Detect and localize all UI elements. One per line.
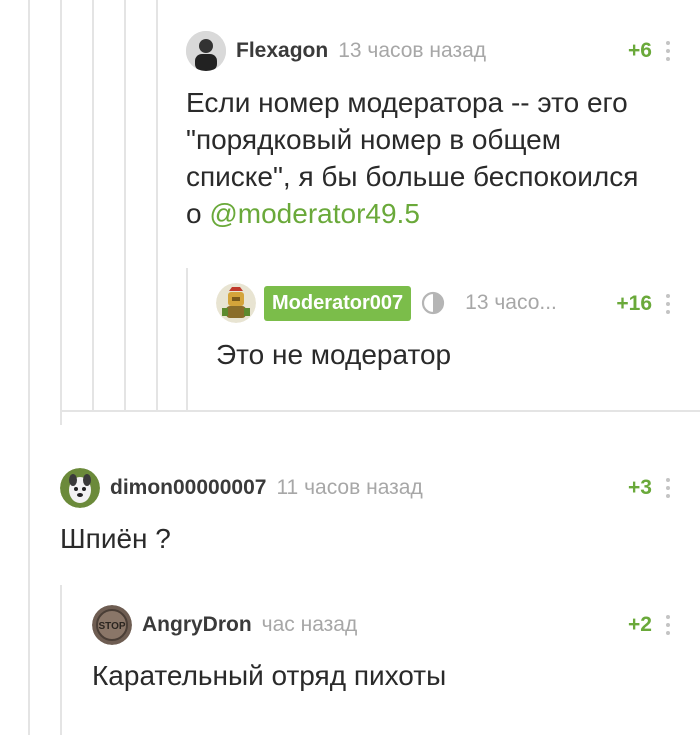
rating: +3 [628, 476, 652, 499]
stop-sign-avatar-icon: STOP [92, 605, 132, 645]
thread-line [124, 0, 126, 412]
rating: +2 [628, 613, 652, 636]
thread-divider [60, 410, 700, 412]
username[interactable]: Moderator007 [264, 285, 412, 321]
avatar[interactable] [186, 31, 226, 71]
thread-line [60, 0, 62, 425]
more-vertical-icon[interactable] [665, 615, 671, 635]
thread-line [156, 0, 158, 412]
comment-header: dimon00000007 11 часов назад [60, 468, 423, 508]
user-avatar-icon [186, 31, 226, 71]
thread-line [186, 268, 188, 412]
username[interactable]: AngryDron [142, 613, 252, 637]
thread-line [28, 0, 30, 735]
comment-text: Если номер модератора -- это его "порядк… [186, 84, 686, 232]
comment-header: Flexagon 13 часов назад [186, 31, 486, 71]
more-vertical-icon[interactable] [665, 294, 671, 314]
dog-avatar-icon [60, 468, 100, 508]
comment-text-line: о @moderator49.5 [186, 195, 686, 232]
comment-text-line: "порядковый номер в общем [186, 124, 562, 155]
timestamp: час назад [261, 613, 358, 636]
thread-line [92, 0, 94, 412]
more-vertical-icon[interactable] [665, 478, 671, 498]
timestamp: 13 часо... [465, 291, 557, 314]
comment-text-line: Если номер модератора -- это его [186, 87, 628, 118]
comment-text: Шпиён ? [60, 523, 171, 554]
rating: +6 [628, 39, 652, 62]
timestamp: 11 часов назад [276, 476, 423, 499]
rating: +16 [616, 292, 652, 315]
username[interactable]: Flexagon [236, 39, 328, 63]
comment-text: Карательный отряд пихоты [92, 660, 447, 691]
more-vertical-icon[interactable] [665, 41, 671, 61]
comment-text-line: списке", я бы больше беспокоился [186, 161, 639, 192]
username[interactable]: dimon00000007 [110, 476, 266, 500]
moderator-shield-icon [422, 291, 445, 315]
avatar[interactable] [60, 468, 100, 508]
avatar-text: STOP [98, 621, 125, 632]
avatar[interactable]: STOP [92, 605, 132, 645]
avatar[interactable] [216, 283, 256, 323]
comment-text: Это не модератор [216, 339, 452, 370]
warrior-avatar-icon [216, 283, 256, 323]
comment-text-fragment: о [186, 198, 210, 229]
mention-link[interactable]: @moderator49.5 [209, 198, 420, 229]
comment-header: Moderator007 13 часо... [216, 283, 557, 323]
timestamp: 13 часов назад [338, 39, 487, 62]
comment-header: STOP AngryDron час назад [92, 605, 357, 645]
thread-line [60, 585, 62, 735]
